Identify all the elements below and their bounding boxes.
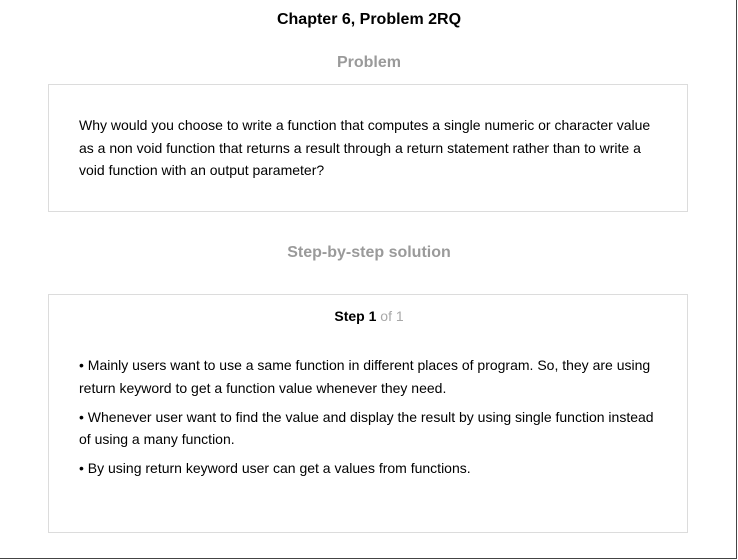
solution-bullet: • By using return keyword user can get a… bbox=[79, 460, 471, 476]
step-indicator: Step 1 of 1 bbox=[49, 308, 689, 324]
page-title: Chapter 6, Problem 2RQ bbox=[276, 11, 462, 28]
solution-bullet: • Whenever user want to find the value a… bbox=[79, 408, 654, 448]
step-word: Step bbox=[334, 308, 365, 324]
problem-heading: Problem bbox=[336, 54, 401, 71]
problem-card: Why would you choose to write a function… bbox=[48, 84, 688, 212]
step-number: 1 bbox=[368, 308, 377, 324]
solution-card: Step 1 of 1 • Mainly users want to use a… bbox=[48, 294, 688, 533]
solution-heading: Step-by-step solution bbox=[287, 244, 451, 261]
solution-bullet: • Mainly users want to use a same functi… bbox=[79, 357, 651, 396]
step-body: • Mainly users want to use a same functi… bbox=[79, 354, 669, 486]
problem-text: Why would you choose to write a function… bbox=[79, 117, 651, 178]
step-total: of 1 bbox=[380, 308, 404, 324]
page-frame: Chapter 6, Problem 2RQ Problem Why would… bbox=[0, 0, 737, 559]
